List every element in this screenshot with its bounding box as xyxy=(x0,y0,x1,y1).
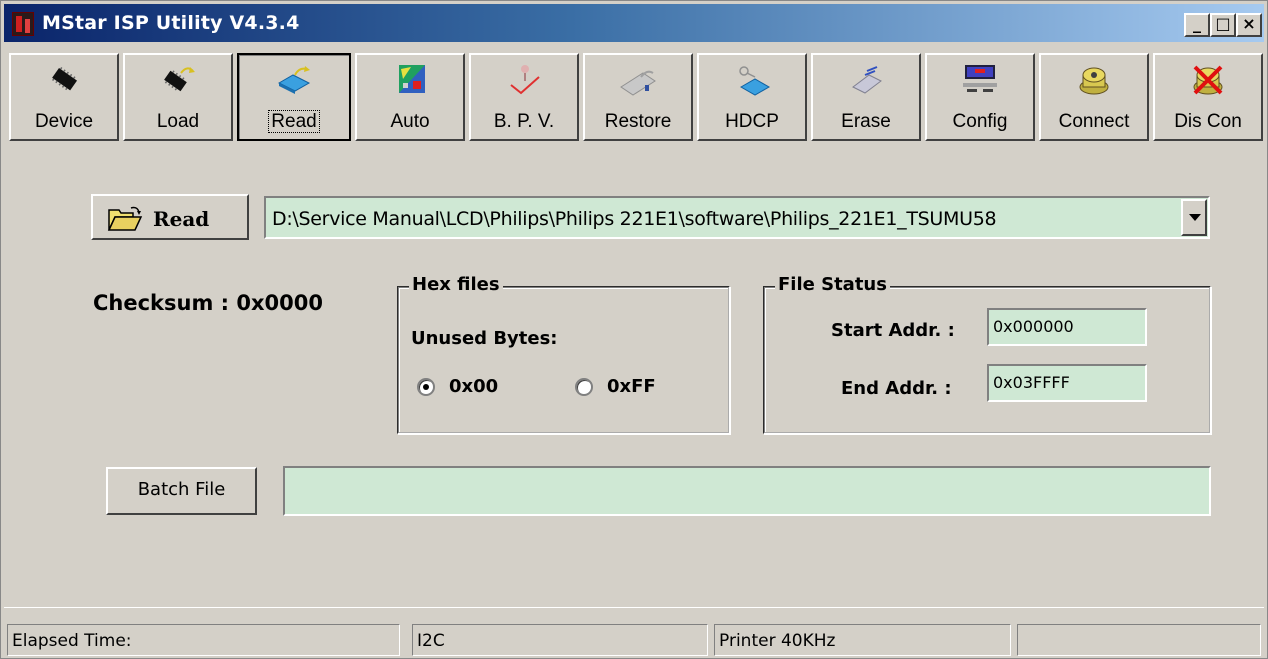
erase-icon xyxy=(852,66,882,94)
erase-button[interactable]: Erase xyxy=(811,53,921,141)
file-status-group: File Status Start Addr. : 0x000000 End A… xyxy=(763,274,1211,434)
close-button[interactable]: × xyxy=(1236,13,1262,37)
read-tool-button[interactable]: Read xyxy=(237,53,351,141)
disconnect-icon xyxy=(1193,65,1223,95)
radio-0x00-label[interactable]: 0x00 xyxy=(449,376,498,397)
window-title: MStar ISP Utility V4.3.4 xyxy=(42,12,300,34)
batch-file-button[interactable]: Batch File xyxy=(106,467,257,515)
title-bar[interactable]: MStar ISP Utility V4.3.4 _ □ × xyxy=(4,4,1264,42)
erase-label: Erase xyxy=(841,111,891,132)
restore-icon xyxy=(620,70,656,96)
disconnect-label: Dis Con xyxy=(1174,111,1242,132)
hex-files-title: Hex files xyxy=(409,274,503,295)
read-tool-label: Read xyxy=(239,110,349,133)
bus-status: I2C xyxy=(412,624,708,656)
chip-icon xyxy=(51,67,78,91)
hex-files-group: Hex files Unused Bytes: 0x00 0xFF xyxy=(397,274,730,434)
hdcp-label: HDCP xyxy=(725,111,779,132)
end-addr-field[interactable]: 0x03FFFF xyxy=(987,364,1147,402)
restore-label: Restore xyxy=(604,111,672,132)
app-logo-icon[interactable] xyxy=(12,12,34,36)
read-file-label: Read xyxy=(153,207,210,231)
minimize-button[interactable]: _ xyxy=(1184,13,1210,37)
connect-icon xyxy=(1079,67,1109,95)
device-button[interactable]: Device xyxy=(9,53,119,141)
auto-icon xyxy=(399,65,425,93)
checksum-label: Checksum : 0x0000 xyxy=(93,291,323,315)
read-icon xyxy=(277,66,311,94)
auto-label: Auto xyxy=(390,111,430,132)
end-addr-label: End Addr. : xyxy=(841,378,952,399)
radio-0x00[interactable] xyxy=(417,378,435,396)
maximize-button[interactable]: □ xyxy=(1210,13,1236,37)
batch-file-field[interactable] xyxy=(283,466,1211,516)
chevron-down-icon[interactable] xyxy=(1181,199,1207,236)
app-window: MStar ISP Utility V4.3.4 _ □ × Device Lo… xyxy=(0,0,1268,659)
load-button[interactable]: Load xyxy=(123,53,233,141)
bpv-button[interactable]: B. P. V. xyxy=(469,53,579,141)
start-addr-field[interactable]: 0x000000 xyxy=(987,308,1147,346)
extra-status xyxy=(1017,624,1261,656)
bpv-label: B. P. V. xyxy=(493,111,555,132)
elapsed-time-status: Elapsed Time: xyxy=(7,624,400,656)
status-bar: Elapsed Time: I2C Printer 40KHz xyxy=(4,607,1264,656)
file-path-combo[interactable]: D:\Service Manual\LCD\Philips\Philips 22… xyxy=(264,196,1210,239)
file-path-text[interactable]: D:\Service Manual\LCD\Philips\Philips 22… xyxy=(272,208,997,230)
start-addr-label: Start Addr. : xyxy=(831,320,955,341)
disconnect-button[interactable]: Dis Con xyxy=(1153,53,1263,141)
config-button[interactable]: Config xyxy=(925,53,1035,141)
radio-0xff-label[interactable]: 0xFF xyxy=(607,376,656,397)
open-folder-icon xyxy=(107,206,143,231)
load-chip-icon xyxy=(164,67,195,92)
auto-button[interactable]: Auto xyxy=(355,53,465,141)
device-label: Device xyxy=(34,111,94,132)
connect-label: Connect xyxy=(1058,111,1130,132)
connect-button[interactable]: Connect xyxy=(1039,53,1149,141)
bpv-icon xyxy=(510,65,540,95)
hdcp-button[interactable]: HDCP xyxy=(697,53,807,141)
restore-button[interactable]: Restore xyxy=(583,53,693,141)
hdcp-icon xyxy=(739,66,771,96)
config-label: Config xyxy=(952,111,1008,132)
radio-0xff[interactable] xyxy=(575,378,593,396)
read-file-button[interactable]: Read xyxy=(91,194,249,240)
file-status-title: File Status xyxy=(775,274,890,295)
load-label: Load xyxy=(156,111,200,132)
config-icon xyxy=(963,65,997,92)
toolbar: Device Load Read Auto B. P. V. Restore H… xyxy=(9,53,1265,143)
unused-bytes-label: Unused Bytes: xyxy=(411,328,558,349)
port-status: Printer 40KHz xyxy=(714,624,1011,656)
